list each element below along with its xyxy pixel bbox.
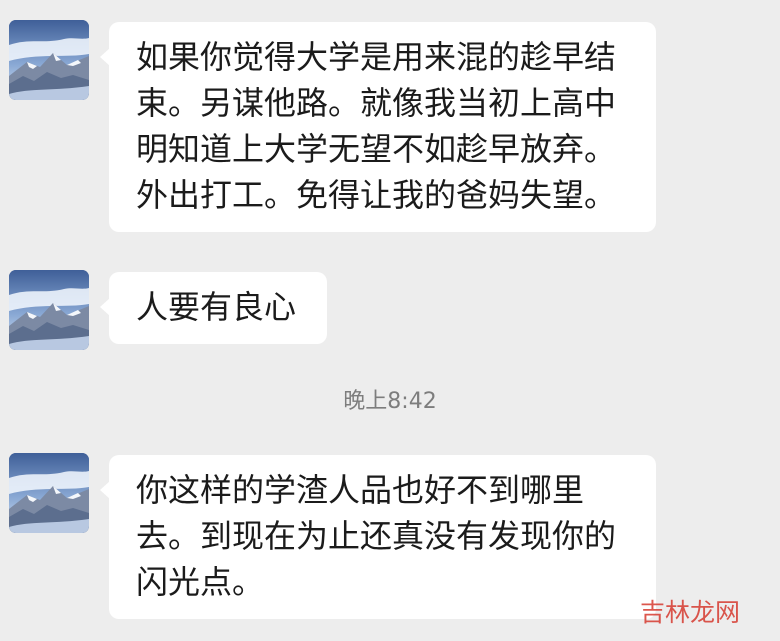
message-line: 明知道上大学无望不如趁早放弃。 <box>136 130 617 168</box>
message-line: 束。另谋他路。就像我当初上高中 <box>136 84 617 122</box>
message-line: 人要有良心 <box>136 288 297 326</box>
message-bubble[interactable]: 你这样的学渣人品也好不到哪里 去。到现在为止还真没有发现你的 闪光点。 <box>100 455 656 619</box>
message-line: 如果你觉得大学是用来混的趁早结 <box>136 38 617 76</box>
message-line: 外出打工。免得让我的爸妈失望。 <box>136 176 617 214</box>
message-timestamp: 晚上8:42 <box>343 389 437 414</box>
mountain-avatar-icon[interactable] <box>9 20 89 100</box>
message-bubble[interactable]: 如果你觉得大学是用来混的趁早结 束。另谋他路。就像我当初上高中 明知道上大学无望… <box>100 22 656 232</box>
message-line: 你这样的学渣人品也好不到哪里 <box>136 471 585 509</box>
message-bubble[interactable]: 人要有良心 <box>100 272 327 344</box>
mountain-avatar-icon[interactable] <box>9 453 89 533</box>
message-line: 去。到现在为止还真没有发现你的 <box>136 517 617 555</box>
watermark-text: 吉林龙网 <box>639 598 740 627</box>
message-line: 闪光点。 <box>136 563 265 601</box>
mountain-avatar-icon[interactable] <box>9 270 89 350</box>
